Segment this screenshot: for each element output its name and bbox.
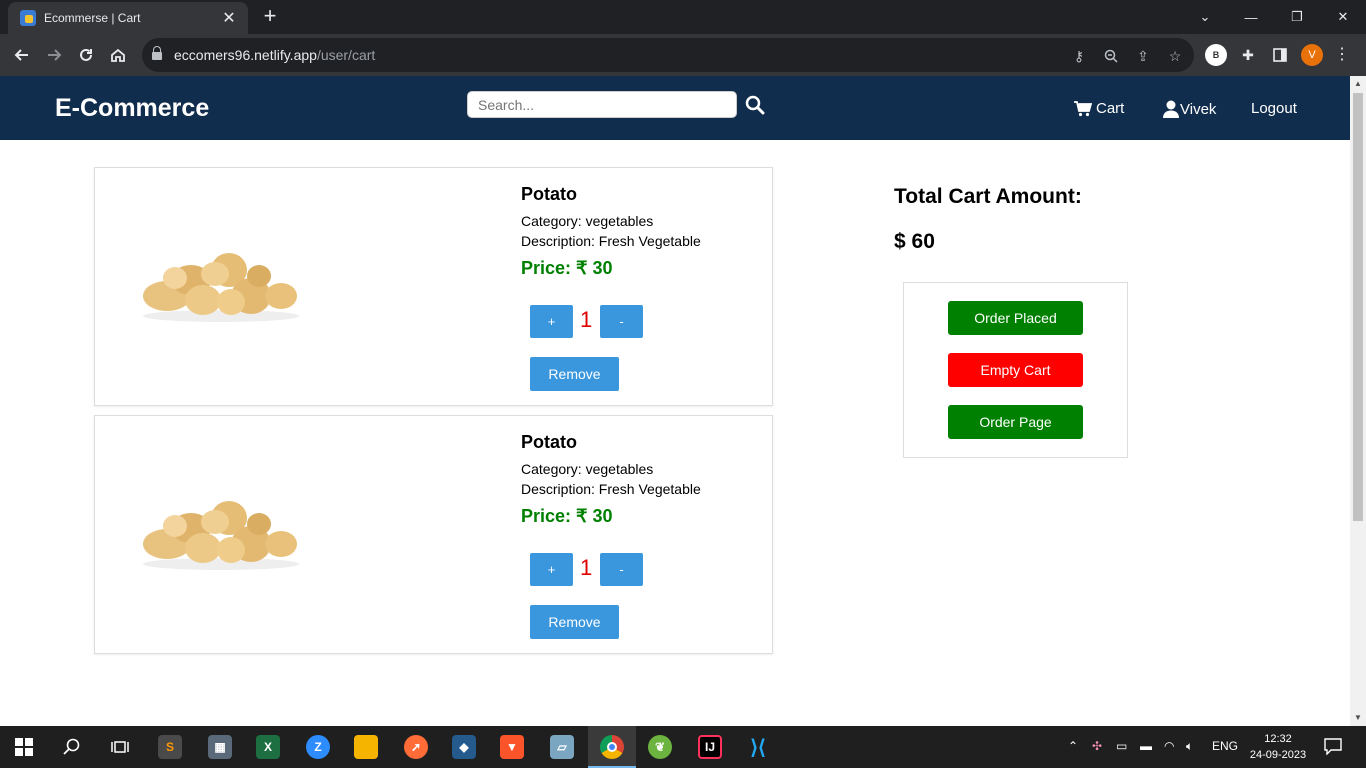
- url-host: eccomers96.netlify.app: [174, 47, 317, 63]
- nav-user-link[interactable]: Vivek: [1163, 100, 1216, 118]
- wifi-icon[interactable]: ◠: [1164, 739, 1174, 753]
- nav-cart-link[interactable]: Cart: [1074, 100, 1124, 117]
- battery-icon[interactable]: ▬: [1140, 739, 1152, 753]
- quantity-value: 1: [580, 555, 593, 580]
- site-navbar: E-Commerce Cart Vivek Logout: [0, 76, 1350, 140]
- extensions-puzzle-icon[interactable]: ✚: [1238, 45, 1258, 65]
- product-description: Description: Fresh Vegetable: [521, 233, 701, 249]
- scrollbar-thumb[interactable]: [1353, 93, 1363, 521]
- product-category: Category: vegetables: [521, 461, 654, 477]
- new-tab-icon[interactable]: +: [258, 4, 282, 28]
- calculator-icon[interactable]: ▦: [208, 735, 232, 759]
- bookmark-star-icon[interactable]: ☆: [1166, 47, 1184, 65]
- clock-time: 12:32: [1264, 733, 1292, 745]
- search-icon[interactable]: [745, 95, 765, 115]
- excel-icon[interactable]: X: [256, 735, 280, 759]
- search-icon[interactable]: [60, 735, 84, 759]
- cart-item-card: Potato Category: vegetables Description:…: [94, 167, 773, 406]
- home-icon[interactable]: [106, 43, 130, 67]
- nav-logout-link[interactable]: Logout: [1251, 100, 1297, 117]
- tab-close-icon[interactable]: ✕: [220, 8, 238, 28]
- browser-toolbar: eccomers96.netlify.app/user/cart ⚷ ⇪ ☆ B…: [0, 34, 1366, 76]
- browser-tab-strip: Ecommerse | Cart ✕ + ⌄ — ❐ ✕: [0, 0, 1366, 34]
- order-page-button[interactable]: Order Page: [948, 405, 1083, 439]
- empty-cart-button[interactable]: Empty Cart: [948, 353, 1083, 387]
- browser-tab[interactable]: Ecommerse | Cart ✕: [8, 2, 248, 34]
- chrome-icon[interactable]: [600, 735, 624, 759]
- zoom-app-icon[interactable]: Z: [306, 735, 330, 759]
- back-icon[interactable]: [10, 43, 34, 67]
- total-cart-amount: $ 60: [894, 230, 935, 253]
- product-name: Potato: [521, 184, 577, 204]
- file-explorer-icon[interactable]: [354, 735, 378, 759]
- volume-icon[interactable]: 🔈︎: [1186, 739, 1193, 754]
- profile-avatar[interactable]: V: [1301, 44, 1323, 66]
- remove-item-button[interactable]: Remove: [530, 605, 619, 639]
- reload-icon[interactable]: [74, 43, 98, 67]
- browser-menu-icon[interactable]: ⋮: [1332, 45, 1352, 65]
- share-icon[interactable]: ⇪: [1134, 47, 1152, 65]
- zoom-icon[interactable]: [1102, 47, 1120, 65]
- system-clock[interactable]: 12:32 24-09-2023: [1246, 731, 1310, 763]
- potato-image: [143, 253, 299, 322]
- cart-item-card: Potato Category: vegetables Description:…: [94, 415, 773, 654]
- tab-title: Ecommerse | Cart: [44, 11, 141, 25]
- close-window-icon[interactable]: ✕: [1320, 0, 1366, 34]
- increase-quantity-button[interactable]: +: [530, 553, 573, 586]
- product-price: Price: ₹ 30: [521, 258, 613, 278]
- product-category: Category: vegetables: [521, 213, 654, 229]
- notifications-icon[interactable]: [1324, 737, 1342, 758]
- decrease-quantity-button[interactable]: -: [600, 553, 643, 586]
- scroll-down-icon[interactable]: ▼: [1350, 710, 1366, 726]
- forward-icon[interactable]: [42, 43, 66, 67]
- nav-logout-label: Logout: [1251, 100, 1297, 117]
- side-panel-icon[interactable]: [1270, 45, 1290, 65]
- user-icon: [1163, 100, 1179, 118]
- total-cart-label: Total Cart Amount:: [894, 185, 1082, 208]
- postman-icon[interactable]: ➚: [404, 735, 428, 759]
- brave-browser-icon[interactable]: ▼: [500, 735, 524, 759]
- key-icon[interactable]: ⚷: [1070, 47, 1088, 65]
- search-input[interactable]: [467, 91, 737, 118]
- intellij-idea-icon[interactable]: IJ: [698, 735, 722, 759]
- mysql-workbench-icon[interactable]: ◆: [452, 735, 476, 759]
- windows-start-icon[interactable]: [12, 735, 36, 759]
- remove-item-button[interactable]: Remove: [530, 357, 619, 391]
- scroll-up-icon[interactable]: ▲: [1350, 76, 1366, 92]
- restore-icon[interactable]: ❐: [1274, 0, 1320, 34]
- task-view-icon[interactable]: [108, 735, 132, 759]
- address-bar[interactable]: eccomers96.netlify.app/user/cart ⚷ ⇪ ☆: [142, 38, 1194, 72]
- cart-icon: [1074, 100, 1092, 116]
- cart-actions-panel: Order Placed Empty Cart Order Page: [903, 282, 1128, 458]
- tray-app-icon[interactable]: ✣: [1092, 739, 1102, 753]
- increase-quantity-button[interactable]: +: [530, 305, 573, 338]
- url-path: /user/cart: [316, 47, 376, 63]
- order-placed-button[interactable]: Order Placed: [948, 301, 1083, 335]
- minimize-icon[interactable]: —: [1228, 0, 1274, 34]
- sublime-text-icon[interactable]: S: [158, 735, 182, 759]
- camera-icon[interactable]: ▭: [1116, 739, 1127, 753]
- product-name: Potato: [521, 432, 577, 452]
- product-price: Price: ₹ 30: [521, 506, 613, 526]
- product-description: Description: Fresh Vegetable: [521, 481, 701, 497]
- page-viewport: E-Commerce Cart Vivek Logout: [0, 76, 1350, 726]
- clock-date: 24-09-2023: [1249, 749, 1307, 761]
- show-hidden-icons-icon[interactable]: ⌃: [1068, 739, 1078, 753]
- tab-favicon-icon: [20, 10, 36, 26]
- quantity-value: 1: [580, 307, 593, 332]
- windows-taskbar: S ▦ X Z ➚ ◆ ▼ ▱ ❦ IJ ⟩⟨ ⌃ ✣ ▭ ▬ ◠ 🔈︎ ENG…: [0, 726, 1366, 768]
- page-scrollbar[interactable]: ▲ ▼: [1350, 76, 1366, 726]
- spring-tool-suite-icon[interactable]: ❦: [648, 735, 672, 759]
- notepad-app-icon[interactable]: ▱: [550, 735, 574, 759]
- brand-logo[interactable]: E-Commerce: [55, 94, 209, 123]
- nav-user-label: Vivek: [1180, 100, 1217, 118]
- nav-cart-label: Cart: [1096, 100, 1125, 117]
- potato-image: [143, 501, 299, 570]
- extension-avatar[interactable]: B: [1205, 44, 1227, 66]
- decrease-quantity-button[interactable]: -: [600, 305, 643, 338]
- vscode-icon[interactable]: ⟩⟨: [746, 735, 770, 759]
- language-indicator[interactable]: ENG: [1212, 739, 1238, 753]
- lock-icon: [152, 46, 162, 60]
- chevron-down-icon[interactable]: ⌄: [1182, 0, 1228, 34]
